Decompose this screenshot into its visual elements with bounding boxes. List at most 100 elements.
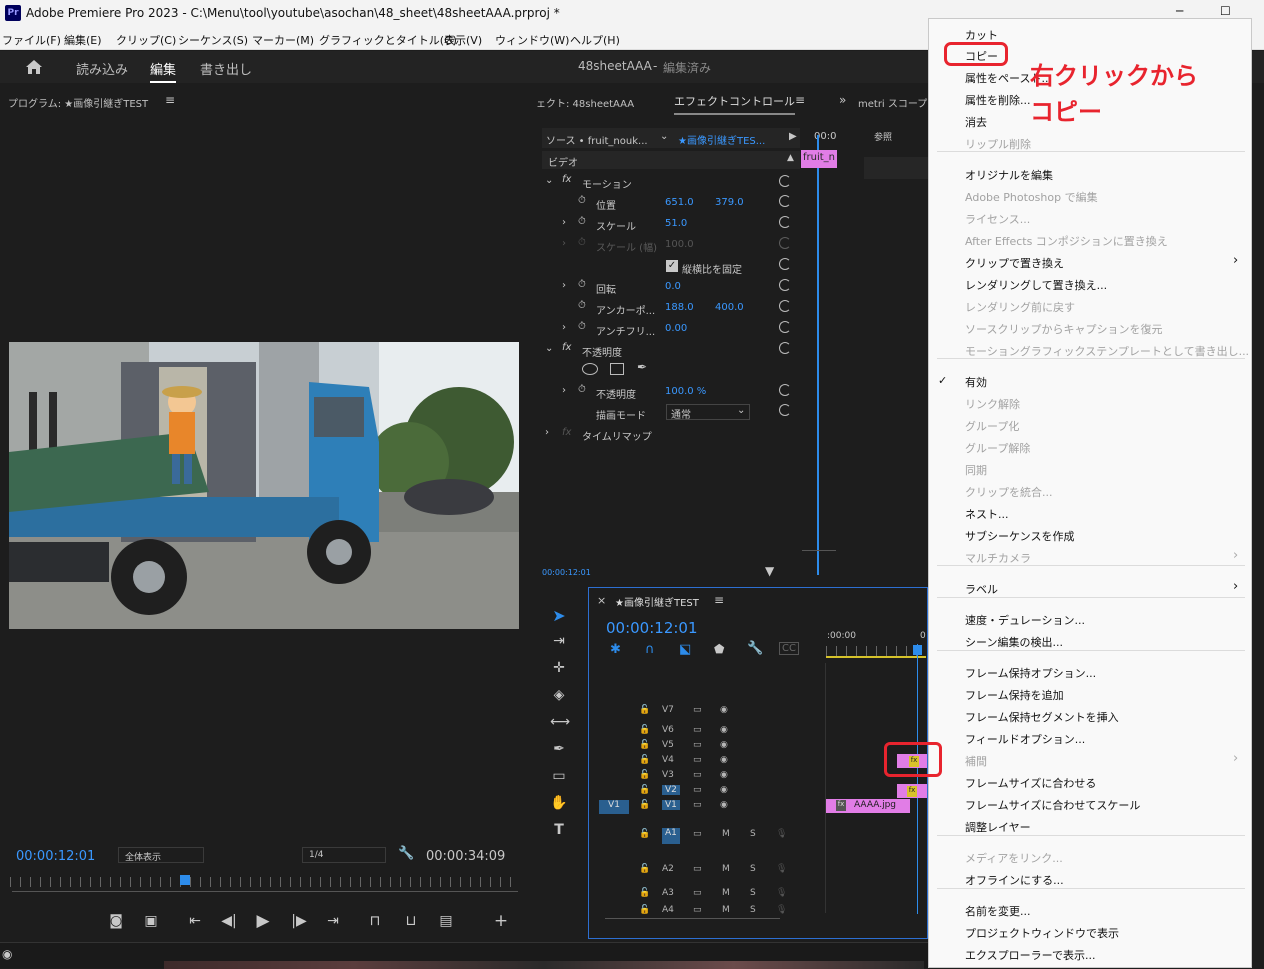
program-monitor-title[interactable]: プログラム: ★画像引継ぎTEST (8, 95, 148, 117)
track-label[interactable]: V5 (662, 740, 674, 750)
expand-icon[interactable]: › (562, 217, 566, 228)
context-menu-item[interactable]: オリジナルを編集 (965, 167, 1053, 183)
eye-icon[interactable]: ◉ (720, 740, 728, 750)
context-menu-item[interactable]: クリップで置き換え (965, 255, 1064, 271)
go-to-in-icon[interactable]: ⇤ (186, 913, 204, 931)
mic-icon[interactable]: 🎙 (776, 888, 787, 898)
menu-sequence[interactable]: シーケンス(S) (178, 32, 248, 48)
track-label[interactable]: V3 (662, 770, 674, 780)
timeline-timecode[interactable]: 00:00:12:01 (606, 619, 698, 637)
track-label[interactable]: A2 (662, 864, 674, 874)
audio-track-header[interactable]: 🔓 A2 ▭ M S 🎙 (589, 863, 825, 879)
menu-clip[interactable]: クリップ(C) (116, 32, 176, 48)
reset-icon[interactable] (779, 258, 791, 270)
context-menu-item[interactable]: カット (965, 27, 998, 43)
panel-menu-icon[interactable]: ≡ (165, 93, 175, 107)
ec-bottom-scroll[interactable] (802, 550, 836, 558)
add-button-icon[interactable]: + (492, 911, 510, 931)
context-menu-item[interactable]: レンダリングして置き換え... (965, 277, 1107, 293)
reset-icon[interactable] (779, 279, 791, 291)
timeline-ruler[interactable] (826, 646, 926, 656)
opacity-expand-icon[interactable]: ⌄ (545, 343, 553, 354)
expand-icon[interactable]: › (562, 322, 566, 333)
type-tool-icon[interactable]: T (550, 822, 568, 840)
stopwatch-icon[interactable]: ⏱ (578, 216, 586, 227)
stopwatch-icon[interactable]: ⏱ (578, 237, 586, 248)
context-menu-item[interactable]: 速度・デュレーション... (965, 612, 1085, 628)
opacity-value[interactable]: 100.0 % (665, 386, 706, 397)
reset-icon[interactable] (779, 300, 791, 312)
context-menu-item[interactable]: フレームサイズに合わせる (965, 775, 1096, 791)
clip-v1[interactable]: fx AAAA.jpg (826, 799, 910, 813)
source-patch-v1[interactable]: V1 (599, 800, 629, 814)
reference-tab[interactable]: 参照 (874, 130, 892, 143)
video-track-header[interactable]: 🔓 V7 ▭ ◉ (589, 704, 825, 719)
step-back-icon[interactable]: ◀| (220, 913, 238, 931)
video-track-header[interactable]: 🔓 V5 ▭ ◉ (589, 739, 825, 754)
reset-icon[interactable] (779, 342, 791, 354)
context-menu-item[interactable]: 調整レイヤー (965, 819, 1031, 835)
context-menu-item[interactable]: 属性を削除... (965, 92, 1031, 108)
video-track-header[interactable]: 🔓 V3 ▭ ◉ (589, 769, 825, 784)
captions-icon[interactable]: CC (779, 642, 799, 655)
timeline-title[interactable]: ★画像引継ぎTEST (615, 594, 699, 609)
reset-icon[interactable] (779, 384, 791, 396)
context-menu-item[interactable]: オフラインにする... (965, 872, 1064, 888)
lock-icon[interactable]: 🔓 (639, 829, 650, 839)
timeline-playhead[interactable] (917, 644, 918, 914)
rotation-value[interactable]: 0.0 (665, 281, 681, 292)
selection-tool-icon[interactable]: ➤ (550, 606, 568, 625)
reset-icon[interactable] (779, 404, 791, 416)
track-label[interactable]: V6 (662, 725, 674, 735)
solo-button[interactable]: S (750, 888, 756, 898)
panel-overflow-icon[interactable]: » (839, 93, 846, 107)
menu-graphics[interactable]: グラフィックとタイトル(G) (319, 32, 457, 48)
go-to-out-icon[interactable]: ⇥ (324, 913, 342, 931)
mic-icon[interactable]: 🎙 (776, 864, 787, 874)
menu-view[interactable]: 表示(V) (444, 32, 482, 48)
menu-help[interactable]: ヘルプ(H) (570, 32, 620, 48)
lock-icon[interactable]: 🔓 (639, 725, 650, 735)
audio-track-header[interactable]: 🔓 A3 ▭ M S 🎙 (589, 887, 825, 903)
playhead-handle[interactable] (913, 645, 922, 655)
panel-menu-icon[interactable]: ≡ (795, 93, 805, 107)
lock-icon[interactable]: 🔓 (639, 864, 650, 874)
stopwatch-icon[interactable]: ⏱ (578, 279, 586, 290)
rectangle-tool-icon[interactable]: ▭ (550, 768, 568, 786)
menu-edit[interactable]: 編集(E) (64, 32, 102, 48)
razor-icon[interactable]: ◈ (550, 687, 568, 705)
extract-icon[interactable]: ⊔ (402, 913, 420, 931)
close-icon[interactable]: × (597, 594, 606, 607)
video-track-header[interactable]: 🔓 V2 ▭ ◉ (589, 784, 825, 799)
sync-lock-icon[interactable]: ▭ (693, 725, 702, 735)
timeline-hscroll[interactable] (605, 918, 780, 926)
position-y-value[interactable]: 379.0 (715, 197, 744, 208)
minimize-button[interactable]: ─ (1176, 4, 1183, 18)
lift-icon[interactable]: ⊓ (366, 913, 384, 931)
position-x-value[interactable]: 651.0 (665, 197, 694, 208)
rectangle-mask-icon[interactable] (610, 363, 624, 375)
solo-button[interactable]: S (750, 905, 756, 915)
track-label[interactable]: A3 (662, 888, 674, 898)
maximize-button[interactable]: ☐ (1220, 4, 1231, 18)
reset-icon[interactable] (779, 216, 791, 228)
pen-mask-icon[interactable]: ✒ (637, 360, 647, 374)
mute-button[interactable]: M (722, 888, 730, 898)
scale-value[interactable]: 51.0 (665, 218, 687, 229)
lock-icon[interactable]: 🔓 (639, 905, 650, 915)
audio-track-header[interactable]: 🔓 A1 ▭ M S 🎙 (589, 828, 825, 844)
lock-icon[interactable]: 🔓 (639, 800, 650, 810)
mic-icon[interactable]: 🎙 (776, 905, 787, 915)
zoom-select[interactable]: 全体表示 (118, 847, 204, 863)
effect-controls-tab[interactable]: エフェクトコントロール (674, 93, 795, 115)
program-scrub-ruler[interactable] (10, 877, 516, 887)
step-forward-icon[interactable]: |▶ (290, 913, 308, 931)
play-icon[interactable]: ▶ (254, 911, 272, 931)
lock-icon[interactable]: 🔓 (639, 755, 650, 765)
tab-edit[interactable]: 編集 (150, 59, 177, 83)
mute-button[interactable]: M (722, 864, 730, 874)
lumetri-scope-tab[interactable]: metri スコープ (858, 95, 927, 117)
anchor-y-value[interactable]: 400.0 (715, 302, 744, 313)
uniform-scale-checkbox[interactable]: ✓ (666, 260, 678, 272)
sequence-select[interactable]: ★画像引継ぎTES... (678, 132, 765, 147)
